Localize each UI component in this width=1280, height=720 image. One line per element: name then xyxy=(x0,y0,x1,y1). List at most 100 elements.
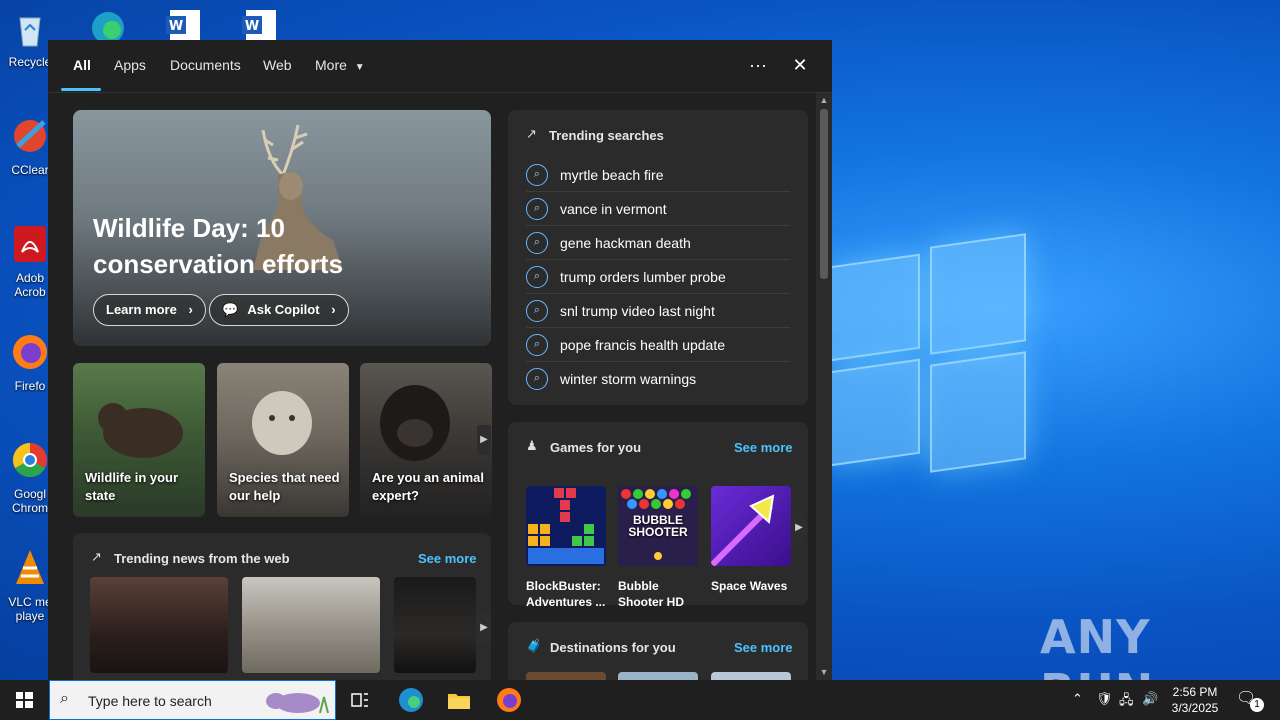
more-options-button[interactable]: ··· xyxy=(743,52,773,78)
edge-desktop-icon[interactable] xyxy=(88,6,128,42)
card-label: Are you an animal expert? xyxy=(372,470,484,503)
trending-search-text: winter storm warnings xyxy=(560,371,697,387)
trending-search-text: trump orders lumber probe xyxy=(560,269,726,285)
word-doc-icon[interactable]: W xyxy=(164,6,204,42)
search-panel-header: All Apps Documents Web More ▼ ··· ✕ xyxy=(48,40,832,93)
clock-time: 2:56 PM xyxy=(1172,685,1218,699)
caret-down-icon: ▼ xyxy=(354,62,365,73)
trending-search-item[interactable]: ⌕ myrtle beach fire xyxy=(526,158,790,192)
search-icon: ⌕ xyxy=(526,368,548,390)
acrobat-icon xyxy=(14,226,46,262)
chevron-right-icon: › xyxy=(188,302,193,317)
card-wildlife-state[interactable]: Wildlife in your state xyxy=(73,363,205,517)
clock-date: 3/3/2025 xyxy=(1171,701,1219,715)
search-icon: ⌕ xyxy=(526,198,548,220)
trending-search-text: snl trump video last night xyxy=(560,303,715,319)
learn-more-label: Learn more xyxy=(106,302,177,317)
search-icon: ⌕ xyxy=(60,690,69,707)
hero-card[interactable]: Wildlife Day: 10 conservation efforts Le… xyxy=(73,110,491,346)
tab-more[interactable]: More ▼ xyxy=(315,57,365,73)
ccleaner-icon xyxy=(14,120,46,152)
games-section: ♟ Games for you See more BlockBuster: Ad… xyxy=(508,422,808,609)
notification-center-button[interactable]: 🗨 1 xyxy=(1236,688,1264,712)
taskbar-search-box[interactable]: ⌕ Type here to search xyxy=(49,680,336,720)
trending-search-item[interactable]: ⌕ winter storm warnings xyxy=(526,362,790,396)
volume-icon[interactable]: 🔊 xyxy=(1142,691,1158,707)
trending-search-item[interactable]: ⌕ trump orders lumber probe xyxy=(526,260,790,294)
destinations-section: 🧳 Destinations for you See more xyxy=(508,622,808,680)
cards-next-arrow[interactable]: ▶ xyxy=(477,425,491,455)
card-animal-expert[interactable]: Are you an animal expert? xyxy=(360,363,492,517)
trending-searches-title: Trending searches xyxy=(549,128,664,143)
game-name: Bubble Shooter HD xyxy=(618,579,684,609)
destination-thumbnail[interactable] xyxy=(526,672,606,680)
game-tile[interactable]: BlockBuster: Adventures ... xyxy=(526,486,606,610)
game-name: Space Waves xyxy=(711,579,788,593)
destinations-title: Destinations for you xyxy=(550,640,676,655)
ask-copilot-button[interactable]: 💬 Ask Copilot › xyxy=(209,294,349,326)
system-clock[interactable]: 2:56 PM 3/3/2025 xyxy=(1160,684,1230,716)
file-explorer-icon[interactable] xyxy=(445,686,473,714)
games-see-more[interactable]: See more xyxy=(734,440,793,455)
edge-taskbar-icon[interactable] xyxy=(397,686,425,714)
anyrun-watermark: ANY RUN xyxy=(1040,610,1153,680)
news-thumbnail[interactable] xyxy=(394,577,476,673)
card-label: Wildlife in your state xyxy=(85,470,179,503)
scrollbar[interactable]: ▲ ▼ xyxy=(816,93,832,680)
games-next-arrow[interactable]: ▶ xyxy=(792,513,806,543)
tab-documents[interactable]: Documents xyxy=(170,57,241,73)
tab-web[interactable]: Web xyxy=(263,57,292,73)
notification-count-badge: 1 xyxy=(1250,698,1264,712)
scroll-down-arrow[interactable]: ▼ xyxy=(816,665,832,679)
scroll-up-arrow[interactable]: ▲ xyxy=(816,93,832,107)
trending-search-text: vance in vermont xyxy=(560,201,667,217)
trending-search-item[interactable]: ⌕ vance in vermont xyxy=(526,192,790,226)
games-icon: ♟ xyxy=(526,438,538,453)
trending-search-item[interactable]: ⌕ pope francis health update xyxy=(526,328,790,362)
firefox-taskbar-icon[interactable] xyxy=(495,686,523,714)
search-icon: ⌕ xyxy=(526,266,548,288)
news-thumbnail[interactable] xyxy=(242,577,380,673)
chevron-right-icon: › xyxy=(331,302,336,317)
close-button[interactable]: ✕ xyxy=(785,52,815,78)
destinations-see-more[interactable]: See more xyxy=(734,640,793,655)
chrome-icon xyxy=(13,443,47,477)
destination-thumbnail[interactable] xyxy=(618,672,698,680)
destination-thumbnail[interactable] xyxy=(711,672,791,680)
windows-logo xyxy=(830,233,1030,480)
svg-text:W: W xyxy=(169,19,183,34)
search-panel-content: Wildlife Day: 10 conservation efforts Le… xyxy=(48,94,816,680)
network-icon[interactable]: 🖧 xyxy=(1119,691,1134,713)
taskbar: ⌕ Type here to search ⌃ 🛡 🖧 🔊 2:56 PM 3/… xyxy=(0,680,1280,720)
trending-search-item[interactable]: ⌕ gene hackman death xyxy=(526,226,790,260)
card-species-help[interactable]: Species that need our help xyxy=(217,363,349,517)
news-next-arrow[interactable]: ▶ xyxy=(477,613,491,643)
luggage-icon: 🧳 xyxy=(526,638,543,653)
show-hidden-icons-chevron[interactable]: ⌃ xyxy=(1072,691,1083,707)
trending-search-item[interactable]: ⌕ snl trump video last night xyxy=(526,294,790,328)
trending-news-see-more[interactable]: See more xyxy=(418,551,477,566)
news-thumbnail[interactable] xyxy=(90,577,228,673)
active-tab-indicator xyxy=(61,88,101,91)
ask-copilot-label: Ask Copilot xyxy=(247,302,320,317)
game-name: BlockBuster: Adventures ... xyxy=(526,579,606,609)
tab-all[interactable]: All xyxy=(73,57,91,73)
meet-now-icon[interactable]: 🛡 xyxy=(1096,691,1113,707)
search-icon: ⌕ xyxy=(526,334,548,356)
search-icon: ⌕ xyxy=(526,164,548,186)
trending-search-text: pope francis health update xyxy=(560,337,726,353)
firefox-icon xyxy=(13,335,47,369)
start-button[interactable] xyxy=(0,680,48,720)
word-doc-icon[interactable]: W xyxy=(240,6,280,42)
scrollbar-thumb[interactable] xyxy=(820,109,828,279)
task-view-icon[interactable] xyxy=(346,686,374,714)
card-label: Species that need our help xyxy=(229,470,340,503)
learn-more-button[interactable]: Learn more › xyxy=(93,294,206,326)
trending-news-section: ↗ Trending news from the web See more ▶ xyxy=(73,533,491,680)
trending-arrow-icon: ↗ xyxy=(526,126,537,141)
game-tile[interactable]: BUBBLE SHOOTER Bubble Shooter HD xyxy=(618,486,698,610)
taskbar-search-placeholder: Type here to search xyxy=(88,693,212,709)
vlc-icon xyxy=(16,550,44,584)
tab-apps[interactable]: Apps xyxy=(114,57,146,73)
game-tile[interactable]: Space Waves xyxy=(711,486,791,594)
